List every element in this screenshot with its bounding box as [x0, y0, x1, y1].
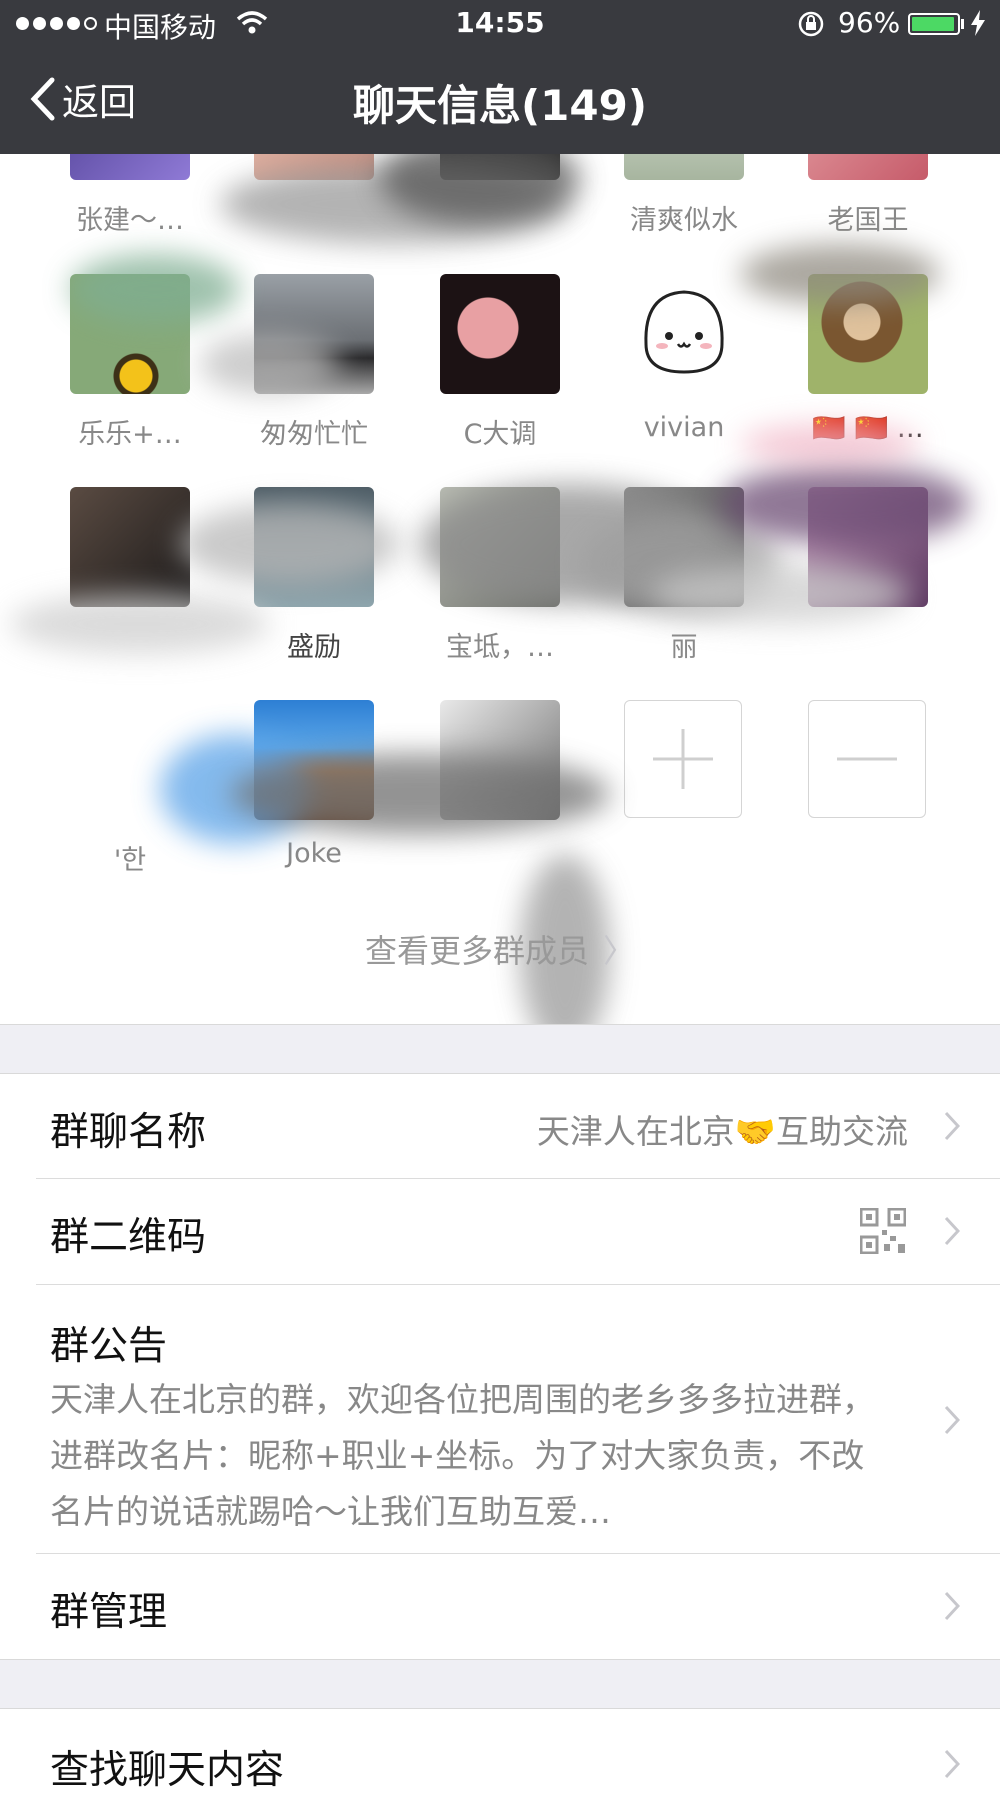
- chevron-right-icon: [944, 1591, 960, 1621]
- chevron-right-icon: [944, 1111, 960, 1141]
- group-name-label: 群聊名称: [50, 1110, 207, 1155]
- member-item[interactable]: 老国王: [808, 154, 928, 237]
- top-bar: 中国移动 14:55 96% 返回 聊天信息(149): [0, 0, 1000, 154]
- member-name: '한: [113, 845, 147, 876]
- member-avatar: [624, 154, 744, 180]
- battery-icon: [908, 13, 960, 35]
- minus-icon: [837, 757, 897, 761]
- member-name: 老国王: [827, 205, 909, 236]
- member-name: 清爽似水: [630, 205, 738, 236]
- group-manage-row[interactable]: 群管理: [0, 1554, 1000, 1659]
- group-qr-label: 群二维码: [50, 1215, 207, 1260]
- privacy-smudge: [740, 244, 940, 304]
- member-avatar: [808, 154, 928, 180]
- status-bar: 中国移动 14:55 96%: [0, 0, 1000, 50]
- member-item[interactable]: 清爽似水: [624, 154, 744, 237]
- chevron-right-icon: [944, 1749, 960, 1779]
- cute-face-avatar-art: [644, 290, 724, 374]
- charging-bolt-icon: [971, 10, 985, 36]
- view-more-members-link[interactable]: 查看更多群成员〉: [0, 926, 1000, 972]
- group-name-value: 天津人在北京🤝互助交流: [536, 1112, 908, 1151]
- page-title: 聊天信息(149): [352, 81, 648, 130]
- member-item[interactable]: vivian: [624, 274, 744, 443]
- member-name: 宝坻，…: [446, 632, 554, 663]
- chevron-right-icon: [944, 1216, 960, 1246]
- rotation-lock-icon: [798, 11, 824, 37]
- privacy-smudge: [650, 564, 910, 624]
- privacy-smudge: [200, 334, 340, 394]
- member-avatar: [624, 274, 744, 394]
- member-name: 盛励: [287, 632, 341, 663]
- group-manage-label: 群管理: [50, 1590, 168, 1635]
- member-name: 张建～…: [76, 205, 184, 236]
- member-name: Joke: [286, 838, 342, 869]
- search-chat-label: 查找聊天内容: [50, 1748, 285, 1793]
- member-name: 乐乐+…: [78, 419, 182, 450]
- section-gap: [0, 1024, 1000, 1074]
- group-notice-label: 群公告: [50, 1324, 168, 1369]
- group-qr-row[interactable]: 群二维码: [0, 1179, 1000, 1284]
- member-grid: 张建～… 清爽似水 老国王 乐乐+… 匆匆忙忙 C大调 vivian … 盛励 …: [0, 154, 1000, 1024]
- privacy-smudge: [230, 754, 610, 834]
- search-chat-row[interactable]: 查找聊天内容: [0, 1709, 1000, 1809]
- member-avatar: [440, 274, 560, 394]
- section-gap: [0, 1659, 1000, 1709]
- privacy-smudge: [10, 594, 270, 654]
- qr-code-icon: [860, 1208, 906, 1254]
- member-item[interactable]: C大调: [440, 274, 560, 451]
- privacy-smudge: [180, 504, 400, 584]
- member-name: 匆匆忙忙: [260, 419, 368, 450]
- view-more-members-label: 查看更多群成员: [364, 932, 589, 970]
- battery-cap: [961, 19, 964, 29]
- battery-percent: 96%: [838, 6, 901, 39]
- add-member-button[interactable]: [624, 700, 742, 818]
- plus-icon: [653, 729, 713, 789]
- battery-level-fill: [912, 17, 955, 31]
- chevron-right-icon: 〉: [603, 932, 636, 970]
- group-name-row[interactable]: 群聊名称 天津人在北京🤝互助交流: [0, 1074, 1000, 1178]
- group-notice-text: 天津人在北京的群，欢迎各位把周围的老乡多多拉进群，进群改名片：昵称+职业+坐标。…: [50, 1380, 875, 1531]
- privacy-smudge: [70, 254, 240, 324]
- member-item[interactable]: 张建～…: [70, 154, 190, 237]
- privacy-smudge: [720, 464, 970, 544]
- member-avatar: [70, 487, 190, 607]
- remove-member-button[interactable]: [808, 700, 926, 818]
- chevron-right-icon: [944, 1405, 960, 1435]
- member-name: vivian: [643, 412, 725, 443]
- privacy-smudge: [740, 424, 920, 464]
- member-name: 丽: [670, 632, 698, 663]
- member-name: C大调: [463, 419, 537, 450]
- member-avatar: [70, 154, 190, 180]
